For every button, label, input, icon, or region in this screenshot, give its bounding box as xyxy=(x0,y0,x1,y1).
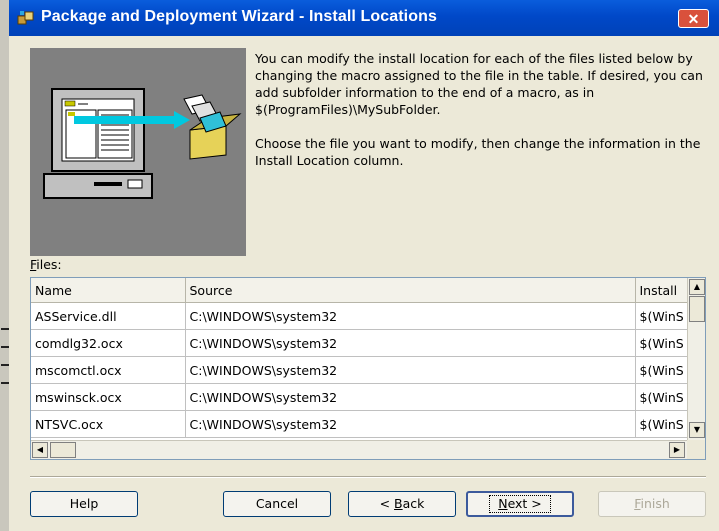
help-button[interactable]: Help xyxy=(30,491,138,517)
files-label-text: iles: xyxy=(36,257,62,272)
scroll-left-arrow-icon[interactable]: ◀ xyxy=(32,442,48,458)
wizard-illustration xyxy=(30,48,246,256)
install-location-cell[interactable]: $(WinS xyxy=(635,329,688,357)
table-row[interactable]: mscomctl.ocx C:\WINDOWS\system32 $(WinS xyxy=(31,356,688,384)
column-header-install[interactable]: Install xyxy=(635,278,688,303)
file-name-cell[interactable]: comdlg32.ocx xyxy=(31,329,186,357)
horizontal-scroll-thumb[interactable] xyxy=(50,442,76,458)
table-row[interactable]: NTSVC.ocx C:\WINDOWS\system32 $(WinS xyxy=(31,410,688,438)
wizard-dialog: Package and Deployment Wizard - Install … xyxy=(9,0,719,531)
next-button-text: ext > xyxy=(507,496,542,511)
cancel-button[interactable]: Cancel xyxy=(223,491,331,517)
table-row[interactable]: comdlg32.ocx C:\WINDOWS\system32 $(WinS xyxy=(31,329,688,357)
column-header-name[interactable]: Name xyxy=(31,278,186,303)
source-cell[interactable]: C:\WINDOWS\system32 xyxy=(185,329,636,357)
install-location-cell[interactable]: $(WinS xyxy=(635,302,688,330)
scroll-up-arrow-icon[interactable]: ▲ xyxy=(689,279,705,295)
horizontal-scrollbar[interactable]: ◀ ▶ xyxy=(31,440,687,459)
scrollbar-corner xyxy=(687,440,705,459)
source-cell[interactable]: C:\WINDOWS\system32 xyxy=(185,410,636,438)
back-button-mnemonic: B xyxy=(394,496,403,511)
package-wizard-icon xyxy=(17,11,34,25)
title-bar[interactable]: Package and Deployment Wizard - Install … xyxy=(9,0,719,36)
file-name-cell[interactable]: mscomctl.ocx xyxy=(31,356,186,384)
next-button-mnemonic: N xyxy=(498,496,508,511)
files-label: Files: xyxy=(30,257,62,272)
file-name-cell[interactable]: ASService.dll xyxy=(31,302,186,330)
install-locations-table[interactable]: Name Source Install ASService.dll C:\WIN… xyxy=(30,277,706,460)
table-row[interactable]: mswinsck.ocx C:\WINDOWS\system32 $(WinS xyxy=(31,383,688,411)
next-button-focus: Next > xyxy=(489,495,551,513)
source-cell[interactable]: C:\WINDOWS\system32 xyxy=(185,356,636,384)
instructions-paragraph-2: Choose the file you want to modify, then… xyxy=(255,136,701,168)
finish-button[interactable]: Finish xyxy=(598,491,706,517)
instructions-paragraph-1: You can modify the install location for … xyxy=(255,51,703,117)
file-name-cell[interactable]: NTSVC.ocx xyxy=(31,410,186,438)
source-cell[interactable]: C:\WINDOWS\system32 xyxy=(185,302,636,330)
next-button[interactable]: Next > xyxy=(466,491,574,517)
back-button-text: ack xyxy=(402,496,425,511)
window-title: Package and Deployment Wizard - Install … xyxy=(41,8,437,25)
close-button[interactable]: ✕ xyxy=(678,9,709,28)
table-row[interactable]: ASService.dll C:\WINDOWS\system32 $(WinS xyxy=(31,302,688,330)
file-name-cell[interactable]: mswinsck.ocx xyxy=(31,383,186,411)
vertical-scroll-thumb[interactable] xyxy=(689,296,705,322)
install-location-cell[interactable]: $(WinS xyxy=(635,410,688,438)
instructions-text: You can modify the install location for … xyxy=(255,50,705,186)
column-header-source[interactable]: Source xyxy=(185,278,636,303)
scroll-down-arrow-icon[interactable]: ▼ xyxy=(689,422,705,438)
install-location-cell[interactable]: $(WinS xyxy=(635,383,688,411)
vertical-scrollbar[interactable]: ▲ ▼ xyxy=(687,278,705,440)
back-button[interactable]: < Back xyxy=(348,491,456,517)
install-location-cell[interactable]: $(WinS xyxy=(635,356,688,384)
back-button-prefix: < xyxy=(379,496,395,511)
source-cell[interactable]: C:\WINDOWS\system32 xyxy=(185,383,636,411)
finish-button-text: inish xyxy=(640,496,670,511)
scroll-right-arrow-icon[interactable]: ▶ xyxy=(669,442,685,458)
button-separator xyxy=(30,476,706,478)
